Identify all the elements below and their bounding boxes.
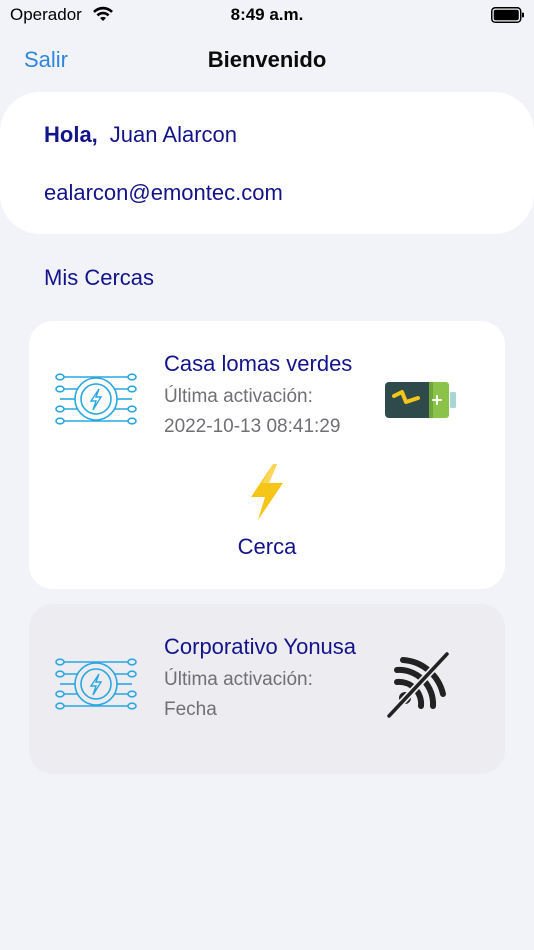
user-email: ealarcon@emontec.com [44, 180, 283, 205]
fence-card[interactable]: Corporativo Yonusa Última activación: Fe… [29, 604, 505, 774]
lightning-bolt-icon[interactable] [245, 463, 289, 521]
greeting-label: Hola, [44, 122, 98, 147]
battery-icon [491, 7, 524, 23]
greeting-line: Hola, Juan Alarcon [44, 122, 237, 148]
page-title: Bienvenido [207, 47, 327, 72]
last-activation-label: Última activación: [164, 669, 313, 690]
status-time: 8:49 a.m. [230, 5, 304, 24]
electric-fence-icon [55, 373, 137, 425]
user-card: Hola, Juan Alarcon ealarcon@emontec.com [0, 92, 534, 234]
no-signal-icon [386, 651, 450, 719]
fence-name: Casa lomas verdes [164, 351, 353, 376]
fence-toggle-button[interactable]: Cerca [29, 534, 505, 560]
battery-charging-icon [385, 382, 456, 418]
last-activation-value: Fecha [164, 699, 217, 720]
status-bar: Operador 8:49 a.m. [0, 0, 534, 32]
user-name: Juan Alarcon [109, 122, 237, 147]
section-title: Mis Cercas [44, 265, 155, 290]
last-activation-label: Última activación: [164, 386, 313, 407]
electric-fence-icon [55, 658, 137, 710]
nav-bar: Salir Bienvenido [0, 40, 534, 84]
fence-card[interactable]: Casa lomas verdes Última activación: 202… [29, 321, 505, 589]
last-activation-value: 2022-10-13 08:41:29 [164, 416, 341, 437]
fence-name: Corporativo Yonusa [164, 634, 357, 659]
